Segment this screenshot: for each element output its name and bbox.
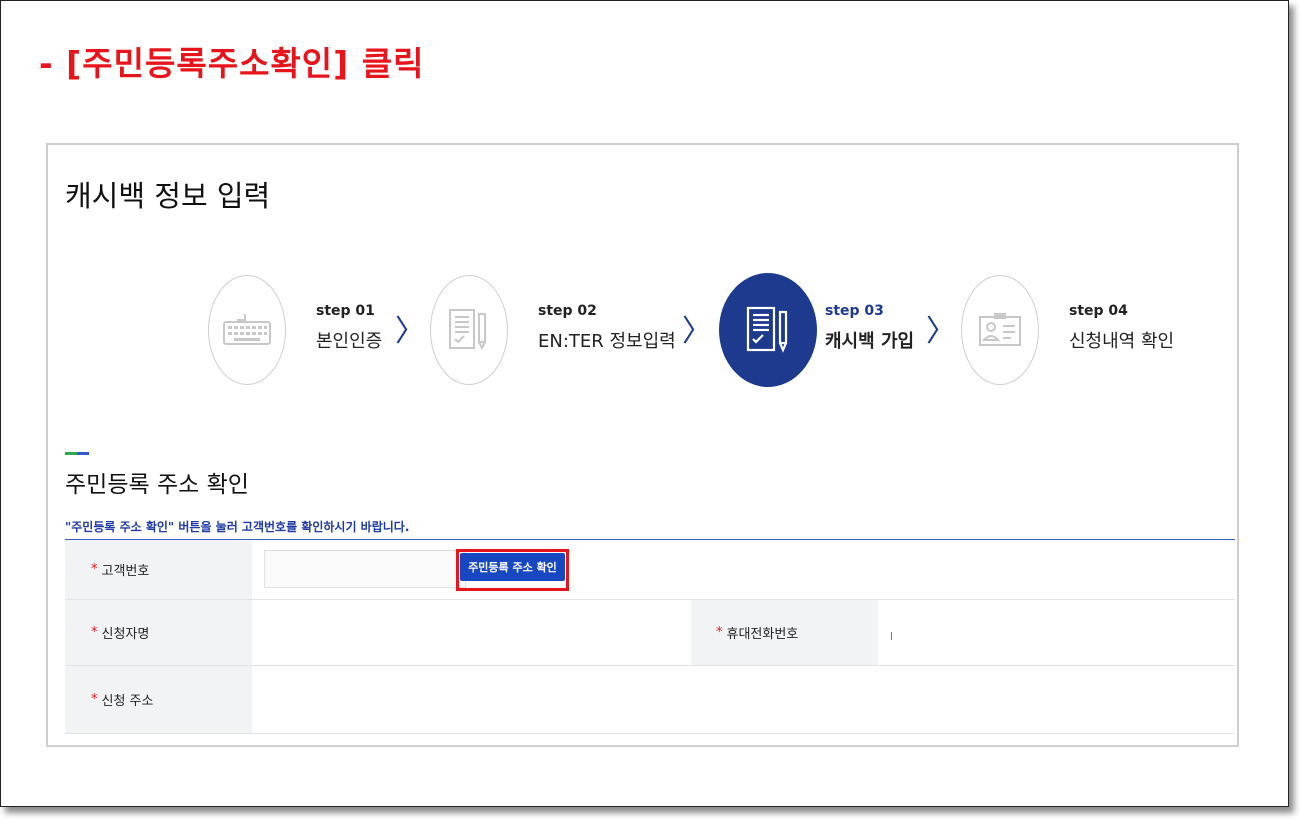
section-accent-bar [65, 452, 89, 455]
mobile-number-field[interactable] [891, 632, 892, 640]
step-number: step 04 [1069, 303, 1128, 319]
mobile-number-label: * 휴대전화번호 [691, 600, 878, 665]
step-number: step 02 [538, 303, 597, 319]
chevron-right-icon: 〉 [682, 314, 712, 349]
label-text: 신청자명 [101, 627, 150, 642]
document-pen-icon [430, 275, 508, 385]
form-row-applicant: * 신청자명 * 휴대전화번호 [65, 600, 1235, 666]
step-label: EN:TER 정보입력 [538, 331, 676, 352]
customer-number-input[interactable] [264, 550, 466, 588]
slide-frame: - [주민등록주소확인] 클릭 캐시백 정보 입력 step 01 본인인증 〉 [0, 0, 1289, 807]
chevron-right-icon: 〉 [395, 314, 425, 349]
step-number: step 03 [825, 303, 884, 319]
label-text: 신청 주소 [101, 694, 154, 709]
step-label: 본인인증 [316, 331, 383, 352]
required-mark: * [91, 692, 98, 707]
label-text: 휴대전화번호 [726, 627, 799, 642]
document-pen-icon [719, 273, 817, 387]
verify-address-button[interactable]: 주민등록 주소 확인 [460, 553, 565, 581]
form-row-customer-number: * 고객번호 주민등록 주소 확인 [65, 540, 1235, 600]
form-row-address: * 신청 주소 [65, 666, 1235, 734]
section-notice: "주민등록 주소 확인" 버튼을 눌러 고객번호를 확인하시기 바랍니다. [65, 520, 410, 534]
customer-number-label: * 고객번호 [65, 540, 252, 599]
id-card-icon [961, 275, 1039, 385]
step-label: 캐시백 가입 [825, 331, 915, 352]
page-title: 캐시백 정보 입력 [65, 179, 271, 213]
chevron-right-icon: 〉 [926, 314, 956, 349]
required-mark: * [91, 562, 98, 577]
section-title: 주민등록 주소 확인 [65, 472, 249, 498]
address-label: * 신청 주소 [65, 666, 252, 733]
required-mark: * [716, 625, 723, 640]
label-text: 고객번호 [101, 564, 150, 579]
required-mark: * [91, 625, 98, 640]
instruction-heading: - [주민등록주소확인] 클릭 [39, 44, 425, 83]
step-number: step 01 [316, 303, 375, 319]
applicant-name-label: * 신청자명 [65, 600, 252, 665]
keyboard-icon [208, 275, 286, 385]
step-label: 신청내역 확인 [1069, 331, 1175, 352]
cashback-info-panel: 캐시백 정보 입력 step 01 본인인증 〉 step 02 EN:TER … [46, 143, 1239, 747]
